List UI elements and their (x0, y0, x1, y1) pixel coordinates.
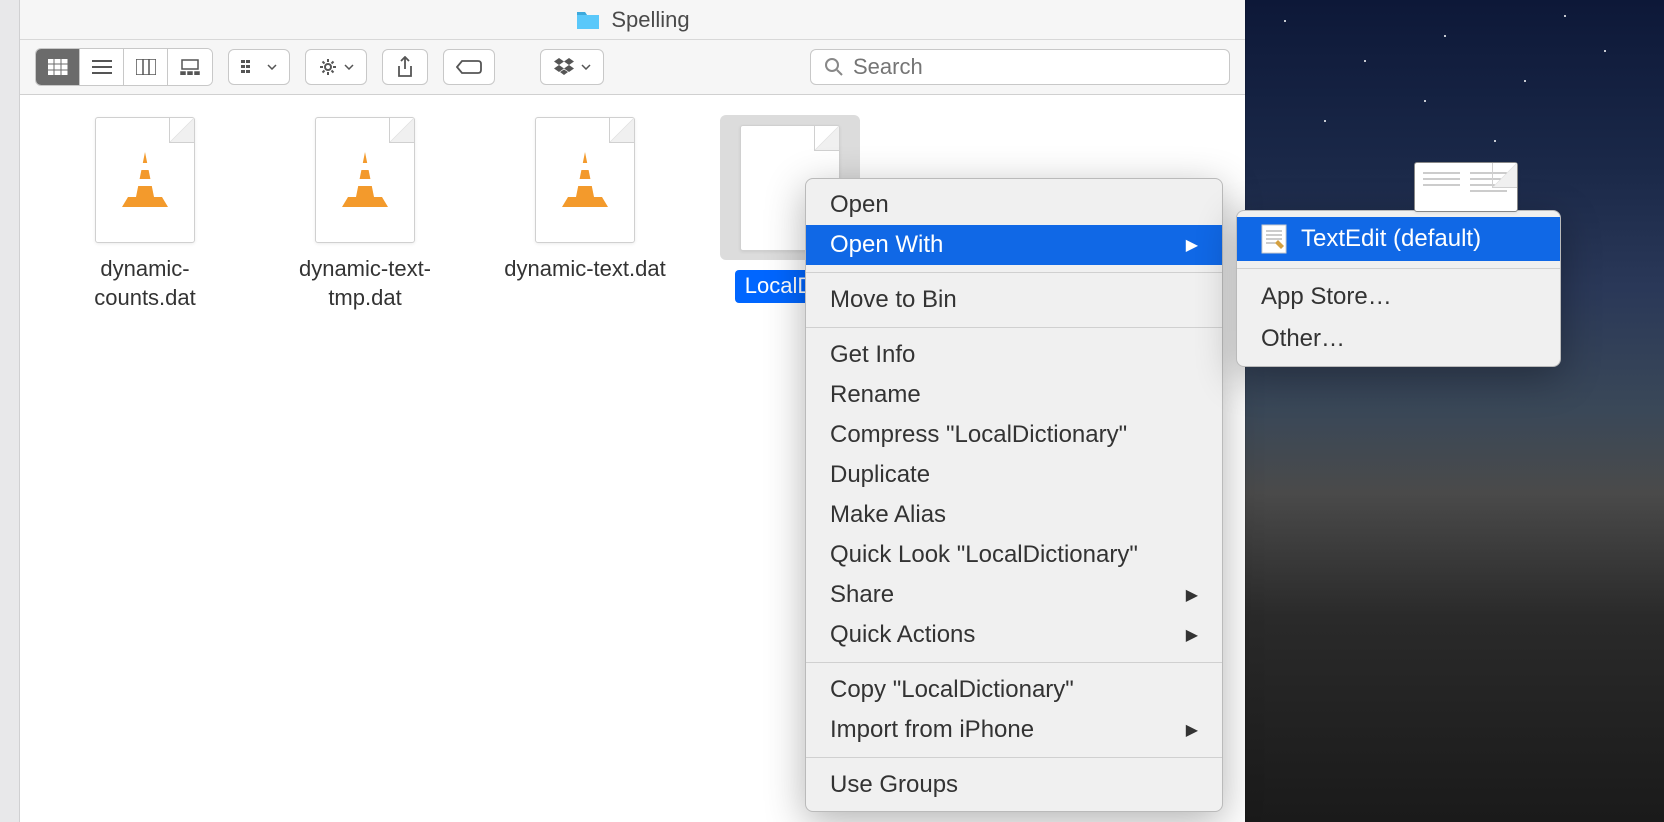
search-input[interactable] (853, 54, 1215, 80)
menu-compress[interactable]: Compress "LocalDictionary" (806, 415, 1222, 455)
menu-quick-look[interactable]: Quick Look "LocalDictionary" (806, 535, 1222, 575)
menu-divider (806, 662, 1222, 663)
desktop-file[interactable] (1414, 162, 1524, 212)
file-label: dynamic-text.dat (504, 255, 665, 284)
gallery-view-button[interactable] (168, 49, 212, 85)
tags-button[interactable] (443, 49, 495, 85)
list-view-button[interactable] (80, 49, 124, 85)
arrange-button[interactable] (228, 49, 290, 85)
submenu-arrow-icon: ▶ (1186, 625, 1198, 645)
column-view-button[interactable] (124, 49, 168, 85)
file-icon (530, 115, 640, 245)
vlc-cone-icon (118, 149, 172, 211)
gear-icon (318, 57, 338, 77)
menu-duplicate[interactable]: Duplicate (806, 455, 1222, 495)
search-icon (825, 58, 843, 76)
menu-open-with[interactable]: Open With ▶ (806, 225, 1222, 265)
file-icon (90, 115, 200, 245)
vlc-cone-icon (558, 149, 612, 211)
menu-move-to-bin[interactable]: Move to Bin (806, 280, 1222, 320)
dropbox-button[interactable] (540, 49, 604, 85)
menu-make-alias[interactable]: Make Alias (806, 495, 1222, 535)
submenu-textedit[interactable]: TextEdit (default) (1237, 217, 1560, 261)
chevron-down-icon (267, 64, 277, 70)
file-item[interactable]: dynamic-text-tmp.dat (280, 115, 450, 312)
submenu-app-store[interactable]: App Store… (1237, 276, 1560, 318)
menu-rename[interactable]: Rename (806, 375, 1222, 415)
open-with-submenu: TextEdit (default) App Store… Other… (1236, 210, 1561, 367)
file-item[interactable]: dynamic-counts.dat (60, 115, 230, 312)
titlebar-content: Spelling (575, 7, 689, 33)
tag-icon (456, 58, 482, 76)
search-box[interactable] (810, 49, 1230, 85)
titlebar[interactable]: Spelling (20, 0, 1245, 40)
file-label: dynamic-counts.dat (60, 255, 230, 312)
share-button[interactable] (382, 49, 428, 85)
share-icon (396, 56, 414, 78)
submenu-other[interactable]: Other… (1237, 318, 1560, 360)
menu-copy[interactable]: Copy "LocalDictionary" (806, 670, 1222, 710)
menu-use-groups[interactable]: Use Groups (806, 765, 1222, 805)
menu-divider (806, 757, 1222, 758)
submenu-arrow-icon: ▶ (1186, 720, 1198, 740)
vlc-cone-icon (338, 149, 392, 211)
menu-divider (806, 272, 1222, 273)
dropbox-icon (553, 58, 575, 76)
menu-divider (806, 327, 1222, 328)
menu-import-iphone[interactable]: Import from iPhone ▶ (806, 710, 1222, 750)
sidebar-sliver (0, 0, 20, 822)
file-label: dynamic-text-tmp.dat (280, 255, 450, 312)
file-icon (310, 115, 420, 245)
view-mode-group (35, 48, 213, 86)
submenu-arrow-icon: ▶ (1186, 235, 1198, 255)
window-title: Spelling (611, 7, 689, 33)
menu-divider (1237, 268, 1560, 269)
file-item[interactable]: dynamic-text.dat (500, 115, 670, 284)
toolbar (20, 40, 1245, 95)
submenu-arrow-icon: ▶ (1186, 585, 1198, 605)
icon-view-button[interactable] (36, 49, 80, 85)
menu-share[interactable]: Share ▶ (806, 575, 1222, 615)
folder-icon (575, 9, 601, 31)
context-menu: Open Open With ▶ Move to Bin Get Info Re… (805, 178, 1223, 812)
menu-quick-actions[interactable]: Quick Actions ▶ (806, 615, 1222, 655)
action-button[interactable] (305, 49, 367, 85)
menu-open[interactable]: Open (806, 185, 1222, 225)
menu-get-info[interactable]: Get Info (806, 335, 1222, 375)
textedit-icon (1261, 224, 1287, 254)
